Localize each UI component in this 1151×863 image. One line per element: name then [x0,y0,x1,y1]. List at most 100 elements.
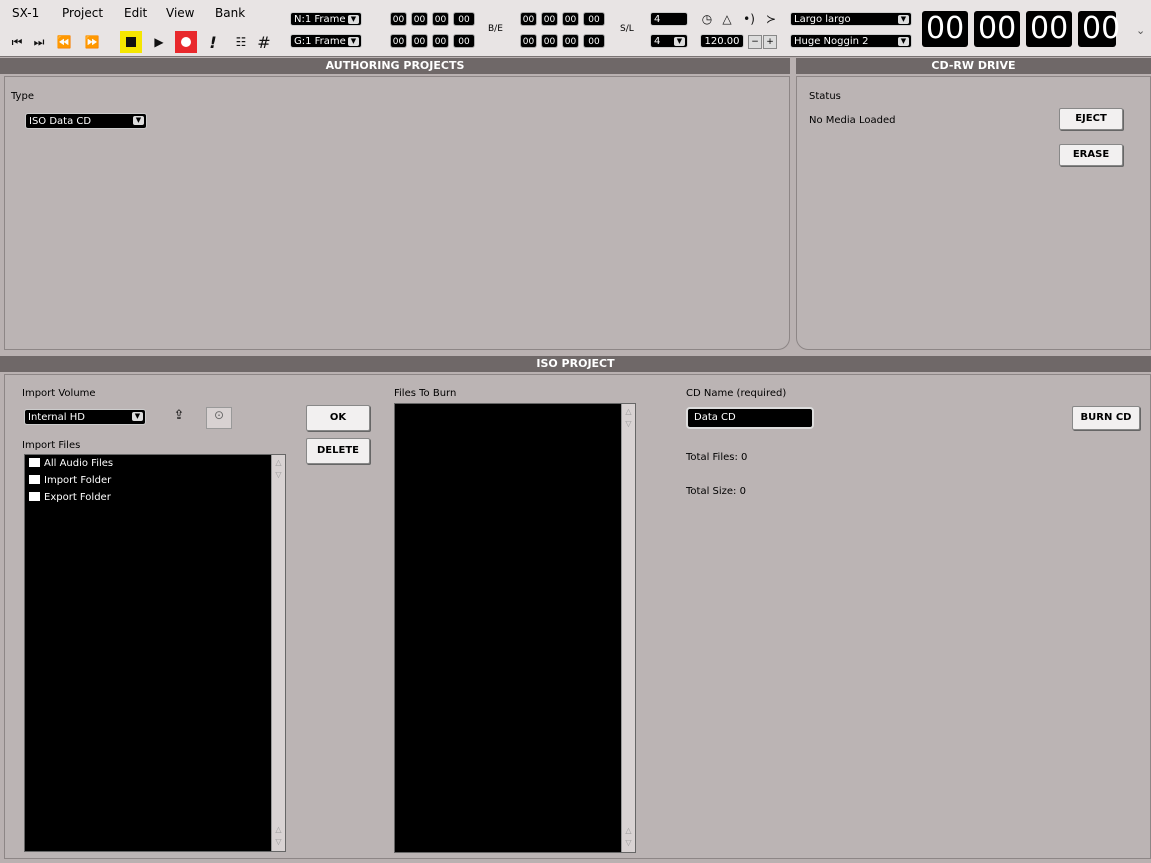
status-value: No Media Loaded [809,115,896,126]
tc-minutes[interactable]: 00 [411,12,428,26]
list-item[interactable]: Import Folder [29,474,111,488]
iso-project-header: ISO PROJECT [0,356,1151,372]
frame-select-top[interactable]: N:1 Frame ▼ [290,12,362,26]
import-files-label: Import Files [22,440,81,451]
burn-cd-button[interactable]: BURN CD [1072,406,1140,430]
menu-project[interactable]: Project [62,6,103,20]
chevron-down-icon: ▼ [674,37,685,46]
meter-top[interactable]: 4 [650,12,688,26]
tc2-minutes[interactable]: 00 [411,34,428,48]
tempo-plus-button[interactable]: + [763,35,777,49]
tc-hours[interactable]: 00 [390,12,407,26]
chevron-down-icon: ▼ [898,37,909,46]
tc2-frames[interactable]: 00 [453,34,475,48]
tc4-seconds[interactable]: 00 [562,34,579,48]
meter-bottom[interactable]: 4 ▼ [650,34,688,48]
record-button[interactable] [175,31,197,53]
import-volume-select[interactable]: Internal HD ▼ [24,409,146,425]
scrollbar[interactable]: △ ▽ △ ▽ [271,455,285,851]
files-to-burn-list[interactable]: △ ▽ △ ▽ [394,403,636,853]
ok-button[interactable]: OK [306,405,370,431]
chevron-down-icon: ▼ [133,116,144,125]
tc3-frames[interactable]: 00 [583,12,605,26]
go-to-start-icon[interactable]: ⏮ [8,33,26,51]
cd-rw-drive-header: CD-RW DRIVE [796,58,1151,74]
tc4-hours[interactable]: 00 [520,34,537,48]
folder-icon [29,492,40,501]
stop-icon [126,37,136,47]
scroll-down-icon[interactable]: ▽ [274,837,283,846]
total-files: Total Files: 0 [686,452,748,463]
sl-label: S/L [620,24,634,34]
folder-icon [29,475,40,484]
big-clock-minutes: 00 [974,11,1021,47]
list-item[interactable]: Export Folder [29,491,111,505]
preset-select-top[interactable]: Largo largo ▼ [790,12,912,26]
grid-icon[interactable]: # [255,33,273,52]
folder-icon [29,458,40,467]
erase-button[interactable]: ERASE [1059,144,1123,166]
scroll-up-icon[interactable]: △ [274,825,283,834]
chevron-down-icon: ▼ [132,412,143,421]
list-view-icon[interactable]: ☷ [232,33,250,51]
scroll-up-icon[interactable]: △ [274,458,283,467]
click-icon[interactable]: •) [740,10,758,28]
tc4-frames[interactable]: 00 [583,34,605,48]
scrollbar[interactable]: △ ▽ △ ▽ [621,404,635,852]
menu-bank[interactable]: Bank [215,6,245,20]
pre-roll-icon[interactable]: ≻ [762,10,780,28]
go-to-end-icon[interactable]: ⏭ [30,33,48,51]
chevron-down-icon[interactable]: ⌄ [1136,24,1145,37]
scroll-up-icon[interactable]: △ [624,826,633,835]
toolbar: SX-1 Project Edit View Bank ⏮ ⏭ ⏪ ⏩ ▶ ! … [0,0,1151,57]
frame-select-bottom[interactable]: G:1 Frame ▼ [290,34,362,48]
import-icon[interactable]: ⇪ [170,408,188,426]
eject-volume-icon[interactable]: ⊙ [206,407,232,429]
menu-sx1[interactable]: SX-1 [12,6,39,20]
tempo-minus-button[interactable]: − [748,35,762,49]
status-label: Status [809,91,841,102]
tc3-minutes[interactable]: 00 [541,12,558,26]
files-to-burn-label: Files To Burn [394,388,457,399]
tc-seconds[interactable]: 00 [432,12,449,26]
tc-frames[interactable]: 00 [453,12,475,26]
chevron-down-icon: ▼ [348,37,359,46]
be-label: B/E [488,24,503,34]
tc3-hours[interactable]: 00 [520,12,537,26]
preset-select-bottom[interactable]: Huge Noggin 2 ▼ [790,34,912,48]
clock-icon[interactable]: ◷ [698,10,716,28]
exclamation-icon[interactable]: ! [204,33,222,52]
fast-forward-icon[interactable]: ⏩ [80,33,104,51]
menu-edit[interactable]: Edit [124,6,147,20]
list-item[interactable]: All Audio Files [29,457,113,471]
cd-name-label: CD Name (required) [686,388,787,399]
total-size: Total Size: 0 [686,486,746,497]
type-select[interactable]: ISO Data CD ▼ [25,113,147,129]
tc4-minutes[interactable]: 00 [541,34,558,48]
scroll-down-icon[interactable]: ▽ [624,838,633,847]
scroll-up-icon[interactable]: △ [624,407,633,416]
scroll-down-icon[interactable]: ▽ [624,419,633,428]
menu-view[interactable]: View [166,6,194,20]
delete-button[interactable]: DELETE [306,438,370,464]
tc2-seconds[interactable]: 00 [432,34,449,48]
import-files-list[interactable]: All Audio Files Import Folder Export Fol… [24,454,286,852]
record-icon [181,37,191,47]
rewind-icon[interactable]: ⏪ [52,33,76,51]
scroll-down-icon[interactable]: ▽ [274,470,283,479]
tc3-seconds[interactable]: 00 [562,12,579,26]
drive-panel: Status No Media Loaded EJECT ERASE [796,76,1151,350]
big-clock-frames: 00 [1078,11,1120,47]
cd-name-field[interactable]: Data CD [686,407,814,429]
type-label: Type [11,91,34,102]
play-icon[interactable]: ▶ [150,33,168,51]
stop-button[interactable] [120,31,142,53]
eject-button[interactable]: EJECT [1059,108,1123,130]
tc2-hours[interactable]: 00 [390,34,407,48]
chevron-down-icon: ▼ [898,15,909,24]
metronome-icon[interactable]: △ [718,10,736,28]
chevron-down-icon: ▼ [348,15,359,24]
tempo-field[interactable]: 120.00 [700,34,744,48]
authoring-panel: Type ISO Data CD ▼ [4,76,790,350]
big-clock-seconds: 00 [1026,11,1073,47]
